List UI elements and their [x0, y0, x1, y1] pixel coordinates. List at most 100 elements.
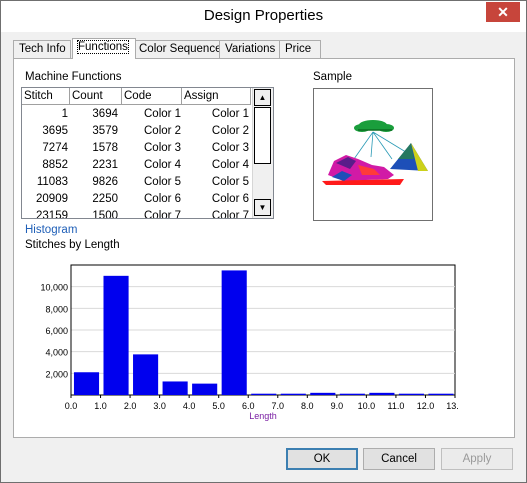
histogram-bar [398, 393, 424, 395]
histogram-bar [369, 392, 395, 395]
x-tick-label: 12.0 [417, 401, 435, 411]
x-tick-label: 13.0 [446, 401, 458, 411]
x-tick-label: 1.0 [94, 401, 107, 411]
cell-count: 3694 [92, 108, 118, 120]
cell-code: Color 7 [144, 210, 182, 219]
cancel-button[interactable]: Cancel [363, 448, 435, 470]
tab-tech-info[interactable]: Tech Info [13, 40, 71, 58]
grid-header: Stitch Count Code Assign [22, 88, 251, 106]
arrow-down-icon: ▼ [258, 203, 267, 212]
cell-code: Color 6 [144, 193, 182, 205]
x-axis-label: Length [249, 411, 277, 421]
histogram-bar [428, 393, 454, 395]
pyramid-shape [390, 143, 428, 171]
histogram-bar [339, 393, 365, 395]
cell-assign: Color 5 [211, 176, 249, 188]
y-tick-label: 4,000 [45, 348, 68, 358]
sample-label: Sample [313, 71, 352, 83]
title-bar: Design Properties ✕ [1, 1, 526, 32]
histogram-bar [103, 275, 129, 395]
cell-count: 3579 [92, 125, 118, 137]
histogram-bar [280, 393, 306, 395]
window-title: Design Properties [203, 7, 324, 24]
ok-button[interactable]: OK [286, 448, 358, 470]
scroll-down-button[interactable]: ▼ [254, 199, 271, 216]
stitch-length-histogram: 2,000 4,000 6,000 8,000 10,000 0.0 1.0 2.0 3.0 4.… [40, 264, 458, 421]
x-tick-label: 8.0 [301, 401, 314, 411]
y-tick-label: 2,000 [45, 369, 68, 379]
x-tick-label: 5.0 [212, 401, 225, 411]
x-tick-label: 11.0 [387, 401, 404, 411]
cell-count: 2231 [92, 159, 118, 171]
cell-stitch: 8852 [42, 159, 68, 171]
y-tick-label: 8,000 [45, 304, 68, 314]
x-tick-label: 0.0 [65, 401, 78, 411]
column-header-count[interactable]: Count [70, 88, 122, 105]
table-row[interactable]: 3695 3579 Color 2 Color 2 [22, 123, 251, 140]
cell-count: 2250 [92, 193, 118, 205]
x-tick-label: 4.0 [183, 401, 196, 411]
cell-count: 1578 [92, 142, 118, 154]
tab-functions[interactable]: Functions [72, 38, 136, 59]
cell-assign: Color 4 [211, 159, 249, 171]
cell-count: 9826 [92, 176, 118, 188]
histogram-title: Stitches by Length [25, 239, 120, 251]
arrow-up-icon: ▲ [258, 93, 267, 102]
cell-stitch: 1 [61, 108, 68, 120]
x-tick-label: 6.0 [242, 401, 255, 411]
column-header-code[interactable]: Code [122, 88, 182, 105]
sample-preview [313, 88, 433, 221]
x-tick-label: 10.0 [358, 401, 376, 411]
cell-count: 1500 [92, 210, 118, 219]
dialog-window: Design Properties ✕ Tech Info Functions … [0, 0, 527, 483]
cell-code: Color 3 [144, 142, 182, 154]
cell-stitch: 11083 [36, 176, 68, 188]
table-row[interactable]: 23159 1500 Color 7 Color 7 [22, 208, 251, 219]
close-icon: ✕ [497, 4, 509, 20]
sphinx-shape [322, 155, 404, 185]
machine-functions-label: Machine Functions [25, 71, 122, 83]
cell-assign: Color 2 [211, 125, 249, 137]
cell-stitch: 3695 [42, 125, 68, 137]
column-header-stitch[interactable]: Stitch [22, 88, 70, 105]
tab-price[interactable]: Price [279, 40, 321, 58]
x-tick-label: 9.0 [331, 401, 344, 411]
cell-code: Color 1 [144, 108, 182, 120]
cell-assign: Color 1 [211, 108, 249, 120]
cell-assign: Color 3 [211, 142, 249, 154]
tab-variations[interactable]: Variations [219, 40, 283, 58]
x-tick-label: 7.0 [272, 401, 285, 411]
x-tick-label: 3.0 [153, 401, 166, 411]
histogram-bar [310, 392, 336, 395]
cell-stitch: 23159 [36, 210, 68, 219]
cell-assign: Color 7 [211, 210, 249, 219]
column-header-assign[interactable]: Assign [182, 88, 251, 105]
table-row[interactable]: 7274 1578 Color 3 Color 3 [22, 140, 251, 157]
histogram-bar [251, 393, 277, 395]
cell-stitch: 7274 [42, 142, 68, 154]
apply-button[interactable]: Apply [441, 448, 513, 470]
histogram-bar [162, 381, 188, 395]
y-tick-label: 6,000 [45, 326, 68, 336]
y-tick-label: 10,000 [40, 283, 68, 293]
table-row[interactable]: 20909 2250 Color 6 Color 6 [22, 191, 251, 208]
histogram-link[interactable]: Histogram [25, 224, 77, 236]
grid-scrollbar[interactable]: ▲ ▼ [252, 88, 273, 218]
scroll-up-button[interactable]: ▲ [254, 89, 271, 106]
histogram-bar [221, 270, 247, 395]
histogram-bar [133, 354, 159, 395]
scroll-thumb[interactable] [254, 107, 271, 164]
machine-functions-grid[interactable]: Stitch Count Code Assign 1 3694 Color 1 Col… [21, 87, 274, 219]
functions-panel: Machine Functions Sample Stitch Count Co… [13, 58, 515, 438]
tab-color-sequence[interactable]: Color Sequence [133, 40, 225, 58]
cell-code: Color 5 [144, 176, 182, 188]
x-tick-label: 2.0 [124, 401, 137, 411]
table-row[interactable]: 1 3694 Color 1 Color 1 [22, 106, 251, 123]
cloud-shape [354, 120, 394, 132]
cell-assign: Color 6 [211, 193, 249, 205]
table-row[interactable]: 8852 2231 Color 4 Color 4 [22, 157, 251, 174]
histogram-bar [73, 372, 100, 395]
histogram-bar [192, 383, 218, 395]
table-row[interactable]: 11083 9826 Color 5 Color 5 [22, 174, 251, 191]
close-button[interactable]: ✕ [486, 2, 520, 22]
